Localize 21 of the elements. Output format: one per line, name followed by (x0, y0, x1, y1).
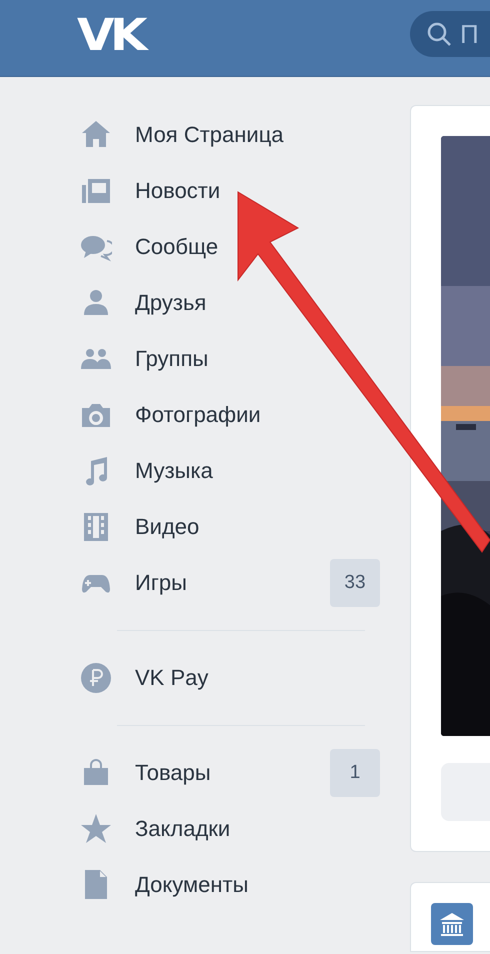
search-icon (426, 21, 452, 47)
bank-icon[interactable] (431, 903, 473, 945)
search-field[interactable]: П (410, 11, 490, 57)
menu-item[interactable]: Фотографии (80, 387, 380, 443)
counter-badge: 1 (330, 749, 380, 797)
menu-item[interactable]: Видео (80, 499, 380, 555)
menu-item[interactable]: Игры 33 (80, 555, 380, 611)
vk-logo[interactable]: VK (77, 10, 144, 60)
menu-item[interactable]: Группы (80, 331, 380, 387)
counter-badge: 33 (330, 559, 380, 607)
menu-item[interactable]: Музыка (80, 443, 380, 499)
ruble-coin-icon (80, 662, 112, 694)
menu-item[interactable]: Закладки (80, 801, 380, 857)
menu-item[interactable]: Моя Страница (80, 107, 380, 163)
menu-item[interactable]: Товары 1 (80, 745, 380, 801)
star-icon (80, 813, 112, 845)
menu-item[interactable]: VK Pay (80, 650, 380, 706)
menu-item[interactable]: Новости (80, 163, 380, 219)
menu-item[interactable]: Сообще (80, 219, 380, 275)
menu-item[interactable]: Документы (80, 857, 380, 913)
menu-item[interactable]: Друзья (80, 275, 380, 331)
